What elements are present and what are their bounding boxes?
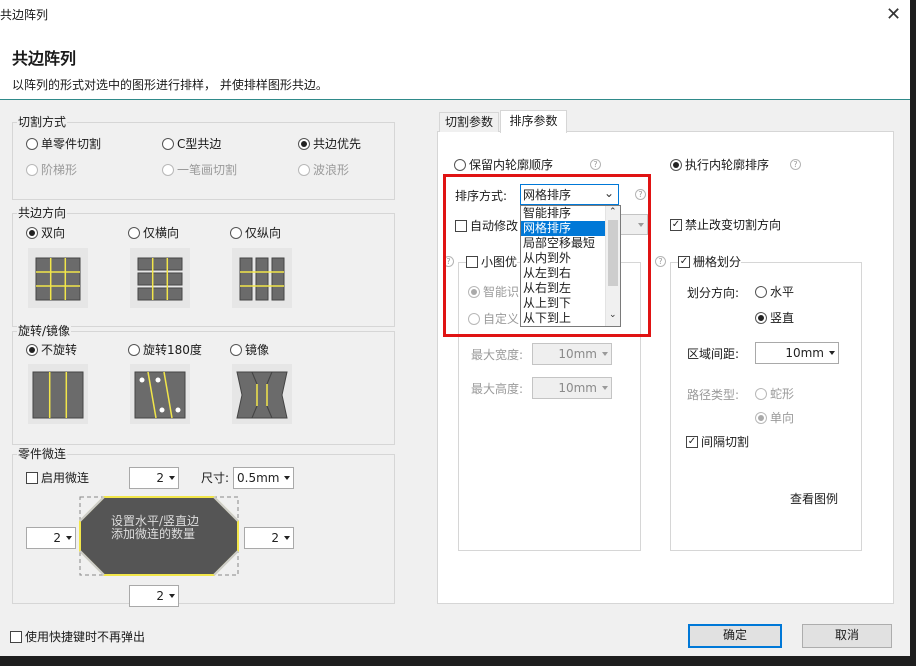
max-height-label: 最大高度: <box>471 382 524 396</box>
enable-micro-joint-checkbox[interactable]: 启用微连 <box>26 471 89 485</box>
radio-mirror[interactable]: 镜像 <box>230 343 269 357</box>
radio-single-direction[interactable]: 单向 <box>755 411 794 425</box>
scroll-up-icon[interactable]: ⌃ <box>609 207 617 217</box>
radio-snake[interactable]: 蛇形 <box>755 387 794 401</box>
dialog-header: 共边阵列 以阵列的形式对选中的图形进行排样， 并使排样图形共边。 <box>0 30 910 100</box>
no-popup-checkbox[interactable]: 使用快捷键时不再弹出 <box>10 630 145 644</box>
window-title: 共边阵列 <box>0 8 49 22</box>
dropdown-option[interactable]: 智能排序 <box>521 206 605 221</box>
ok-button[interactable]: 确定 <box>688 624 782 648</box>
radio-single-part[interactable]: 单零件切割 <box>26 137 101 151</box>
radio-both-directions[interactable]: 双向 <box>26 226 65 240</box>
cut-mode-group <box>12 122 395 200</box>
help-icon[interactable]: ? <box>790 159 801 170</box>
background-strip <box>910 0 916 666</box>
radio-vertical-only[interactable]: 仅纵向 <box>230 226 281 240</box>
radio-rotate-180[interactable]: 旋转180度 <box>128 343 202 357</box>
close-icon[interactable]: ✕ <box>886 5 901 25</box>
radio-horizontal-only[interactable]: 仅横向 <box>128 226 179 240</box>
region-gap-label: 区域间距: <box>687 347 740 361</box>
radio-horizontal[interactable]: 水平 <box>755 285 794 299</box>
dropdown-option[interactable]: 局部空移最短 <box>521 236 605 251</box>
no-rotation-icon <box>28 364 88 424</box>
forbid-change-dir-checkbox[interactable]: 禁止改变切割方向 <box>670 218 781 232</box>
radio-smart-detect[interactable]: 智能识 <box>468 285 519 299</box>
header-description: 以阵列的形式对选中的图形进行排样， 并使排样图形共边。 <box>12 78 328 92</box>
radio-wave[interactable]: 波浪形 <box>298 163 349 177</box>
scroll-thumb[interactable] <box>608 220 618 286</box>
edge-direction-label: 共边方向 <box>17 206 68 220</box>
sort-method-dropdown: 智能排序 网格排序 局部空移最短 从内到外 从左到右 从右到左 从上到下 从下到… <box>520 205 621 327</box>
scroll-down-icon[interactable]: ⌄ <box>609 310 617 320</box>
max-height-select[interactable]: 10mm <box>532 377 612 399</box>
background-strip <box>0 656 916 666</box>
radio-c-type-edge[interactable]: C型共边 <box>162 137 221 151</box>
tab-cut-params[interactable]: 切割参数 <box>439 112 499 132</box>
rotation-label: 旋转/镜像 <box>17 324 72 338</box>
help-icon[interactable]: ? <box>635 189 646 200</box>
left-count-select[interactable]: 2 <box>26 527 76 549</box>
rotate-180-icon <box>130 364 190 424</box>
grid-split-panel <box>670 262 862 551</box>
bottom-count-select[interactable]: 2 <box>129 585 179 607</box>
radio-keep-inner-order[interactable]: 保留内轮廓顺序 <box>454 158 553 172</box>
radio-staircase[interactable]: 阶梯形 <box>26 163 77 177</box>
help-icon[interactable]: ? <box>590 159 601 170</box>
title-bar: 共边阵列 ✕ <box>0 0 910 30</box>
dropdown-option[interactable]: 从右到左 <box>521 281 605 296</box>
radio-no-rotation[interactable]: 不旋转 <box>26 343 77 357</box>
size-select[interactable]: 0.5mm <box>233 467 294 489</box>
max-width-label: 最大宽度: <box>471 348 524 362</box>
path-type-label: 路径类型: <box>687 388 740 402</box>
auto-modify-select[interactable] <box>620 214 648 235</box>
micro-joint-label: 零件微连 <box>17 447 68 461</box>
grid-vertical-icon <box>232 248 292 308</box>
sort-method-select[interactable]: 网格排序 ⌄ <box>520 184 619 205</box>
dropdown-scrollbar[interactable]: ⌃ ⌄ <box>605 206 620 326</box>
dropdown-option[interactable]: 从左到右 <box>521 266 605 281</box>
dropdown-option-selected[interactable]: 网格排序 <box>521 221 605 236</box>
top-count-select[interactable]: 2 <box>129 467 179 489</box>
radio-edge-first[interactable]: 共边优先 <box>298 137 361 151</box>
split-direction-label: 划分方向: <box>687 286 740 300</box>
dropdown-option[interactable]: 从上到下 <box>521 296 605 311</box>
mirror-icon <box>232 364 292 424</box>
dropdown-option[interactable]: 从内到外 <box>521 251 605 266</box>
help-icon[interactable]: ? <box>655 256 666 267</box>
micro-joint-hint-1: 设置水平/竖直边 <box>111 514 200 528</box>
dropdown-option[interactable]: 从下到上 <box>521 311 605 326</box>
region-gap-select[interactable]: 10mm <box>755 342 839 364</box>
interval-cut-checkbox[interactable]: 间隔切割 <box>686 435 749 449</box>
grid-both-icon <box>28 248 88 308</box>
auto-modify-checkbox[interactable]: 自动修改 <box>455 219 518 233</box>
right-count-select[interactable]: 2 <box>244 527 294 549</box>
view-example-link[interactable]: 查看图例 <box>790 492 838 506</box>
size-label: 尺寸: <box>201 471 230 485</box>
cut-mode-label: 切割方式 <box>17 115 68 129</box>
max-width-select[interactable]: 10mm <box>532 343 612 365</box>
grid-split-checkbox[interactable]: 栅格划分 <box>678 255 742 269</box>
cancel-button[interactable]: 取消 <box>802 624 892 648</box>
radio-custom[interactable]: 自定义 <box>468 312 519 326</box>
tab-sort-params[interactable]: 排序参数 <box>500 110 567 133</box>
small-first-checkbox[interactable]: 小图优 <box>466 255 518 269</box>
radio-one-stroke[interactable]: 一笔画切割 <box>162 163 237 177</box>
radio-exec-inner-sort[interactable]: 执行内轮廓排序 <box>670 158 769 172</box>
grid-horizontal-icon <box>130 248 190 308</box>
sort-method-label: 排序方式: <box>455 189 508 203</box>
array-dialog: 共边阵列 ✕ 共边阵列 以阵列的形式对选中的图形进行排样， 并使排样图形共边。 … <box>0 0 910 656</box>
radio-vertical[interactable]: 竖直 <box>755 311 794 325</box>
header-title: 共边阵列 <box>12 49 77 68</box>
micro-joint-hint-2: 添加微连的数量 <box>111 527 196 541</box>
help-icon[interactable]: ? <box>443 256 454 267</box>
